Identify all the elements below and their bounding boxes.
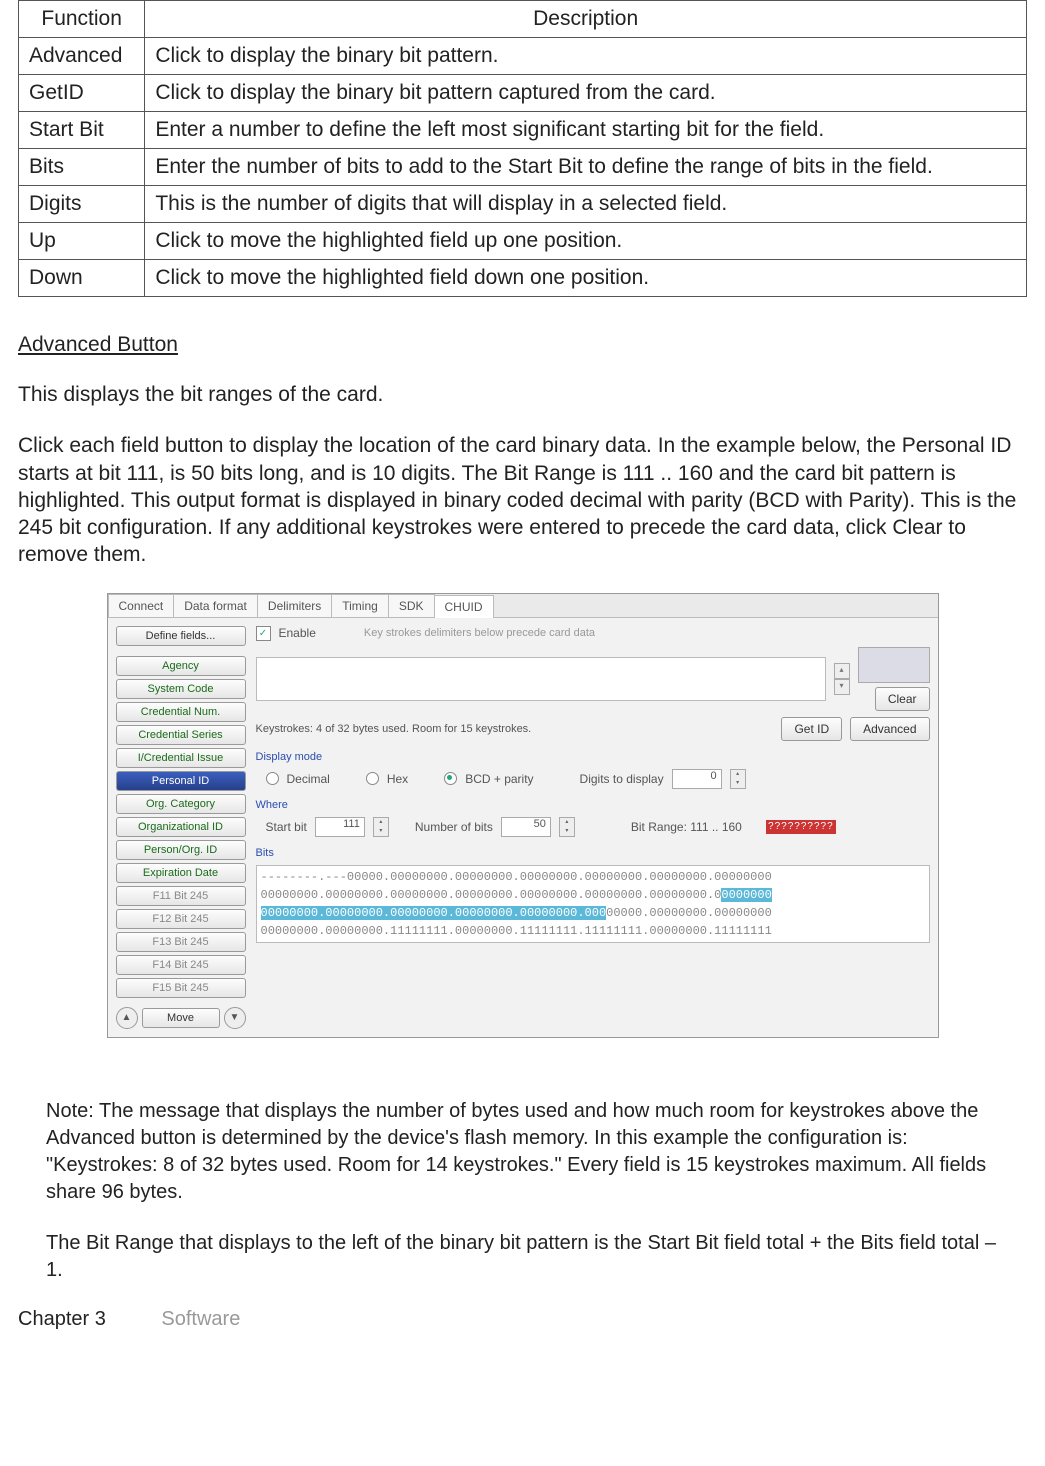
start-bit-spinner[interactable]: ▴▾ — [373, 817, 389, 837]
hex-label: Hex — [387, 772, 408, 786]
move-down-icon[interactable]: ▼ — [224, 1007, 246, 1029]
decimal-radio[interactable] — [266, 772, 279, 785]
move-button[interactable]: Move — [142, 1008, 220, 1028]
note-paragraph: Note: The message that displays the numb… — [46, 1098, 999, 1206]
sidebar-item-personal-id[interactable]: Personal ID — [116, 771, 246, 791]
section-heading: Advanced Button — [18, 333, 1027, 357]
enable-label: Enable — [279, 626, 316, 640]
bit-range-label: Bit Range: 111 .. 160 — [631, 820, 742, 834]
table-header-description: Description — [145, 1, 1027, 38]
sidebar-item-f11[interactable]: F11 Bit 245 — [116, 886, 246, 906]
sidebar-item-agency[interactable]: Agency — [116, 656, 246, 676]
enable-checkbox[interactable]: ✓ — [256, 626, 271, 641]
digits-input[interactable]: 0 — [672, 769, 722, 789]
footer-chapter: Chapter 3 — [18, 1308, 106, 1330]
sidebar-item-f15[interactable]: F15 Bit 245 — [116, 978, 246, 998]
paragraph: This displays the bit ranges of the card… — [18, 381, 1027, 408]
start-bit-label: Start bit — [266, 820, 307, 834]
table-row: GetIDClick to display the binary bit pat… — [19, 75, 1027, 112]
sidebar-item-person-org-id[interactable]: Person/Org. ID — [116, 840, 246, 860]
table-row: UpClick to move the highlighted field up… — [19, 223, 1027, 260]
screenshot-dialog: Connect Data format Delimiters Timing SD… — [107, 593, 939, 1038]
num-bits-label: Number of bits — [415, 820, 493, 834]
enable-hint: Key strokes delimiters below precede car… — [364, 627, 595, 639]
hex-radio[interactable] — [366, 772, 379, 785]
note-paragraph: The Bit Range that displays to the left … — [46, 1230, 999, 1284]
table-row: BitsEnter the number of bits to add to t… — [19, 149, 1027, 186]
field-sidebar: Define fields... Agency System Code Cred… — [116, 626, 246, 1029]
move-up-icon[interactable]: ▲ — [116, 1007, 138, 1029]
sidebar-item-system-code[interactable]: System Code — [116, 679, 246, 699]
table-row: Start BitEnter a number to define the le… — [19, 112, 1027, 149]
num-bits-spinner[interactable]: ▴▾ — [559, 817, 575, 837]
table-row: DownClick to move the highlighted field … — [19, 260, 1027, 297]
scroll-up-icon[interactable]: ▴ — [834, 663, 850, 679]
footer-section: Software — [161, 1308, 240, 1330]
where-title: Where — [256, 799, 930, 811]
bits-display: --------.---00000.00000000.00000000.0000… — [256, 865, 930, 943]
sidebar-item-f14[interactable]: F14 Bit 245 — [116, 955, 246, 975]
bcd-radio[interactable] — [444, 772, 457, 785]
digits-spinner[interactable]: ▴▾ — [730, 769, 746, 789]
keypad-thumbnail — [858, 647, 930, 683]
table-row: AdvancedClick to display the binary bit … — [19, 38, 1027, 75]
sidebar-item-organizational-id[interactable]: Organizational ID — [116, 817, 246, 837]
sidebar-item-icredential-issue[interactable]: I/Credential Issue — [116, 748, 246, 768]
tab-chuid[interactable]: CHUID — [434, 595, 494, 618]
sidebar-item-expiration-date[interactable]: Expiration Date — [116, 863, 246, 883]
tab-bar: Connect Data format Delimiters Timing SD… — [108, 594, 938, 618]
display-mode-title: Display mode — [256, 751, 930, 763]
define-fields-button[interactable]: Define fields... — [116, 626, 246, 646]
tab-timing[interactable]: Timing — [331, 594, 389, 617]
bcd-label: BCD + parity — [465, 772, 533, 786]
sidebar-item-org-category[interactable]: Org. Category — [116, 794, 246, 814]
clear-button[interactable]: Clear — [875, 687, 930, 711]
paragraph: Click each field button to display the l… — [18, 432, 1027, 568]
bits-title: Bits — [256, 847, 930, 859]
tab-delimiters[interactable]: Delimiters — [257, 594, 332, 617]
tab-connect[interactable]: Connect — [108, 594, 175, 617]
sidebar-item-credential-num[interactable]: Credential Num. — [116, 702, 246, 722]
keystrokes-status: Keystrokes: 4 of 32 bytes used. Room for… — [256, 723, 774, 735]
digits-label: Digits to display — [580, 772, 664, 786]
tab-sdk[interactable]: SDK — [388, 594, 435, 617]
table-row: DigitsThis is the number of digits that … — [19, 186, 1027, 223]
start-bit-input[interactable]: 111 — [315, 817, 365, 837]
scroll-down-icon[interactable]: ▾ — [834, 679, 850, 695]
functions-table: Function Description AdvancedClick to di… — [18, 0, 1027, 297]
advanced-button[interactable]: Advanced — [850, 717, 929, 741]
sidebar-item-credential-series[interactable]: Credential Series — [116, 725, 246, 745]
get-id-button[interactable]: Get ID — [781, 717, 842, 741]
decimal-label: Decimal — [287, 772, 330, 786]
tab-data-format[interactable]: Data format — [173, 594, 258, 617]
page-footer: Chapter 3 Software — [18, 1308, 1027, 1331]
keystrokes-textbox[interactable] — [256, 657, 826, 701]
num-bits-input[interactable]: 50 — [501, 817, 551, 837]
sidebar-item-f12[interactable]: F12 Bit 245 — [116, 909, 246, 929]
table-header-function: Function — [19, 1, 145, 38]
sidebar-item-f13[interactable]: F13 Bit 245 — [116, 932, 246, 952]
bit-range-error-icon: ?????????? — [766, 820, 836, 834]
